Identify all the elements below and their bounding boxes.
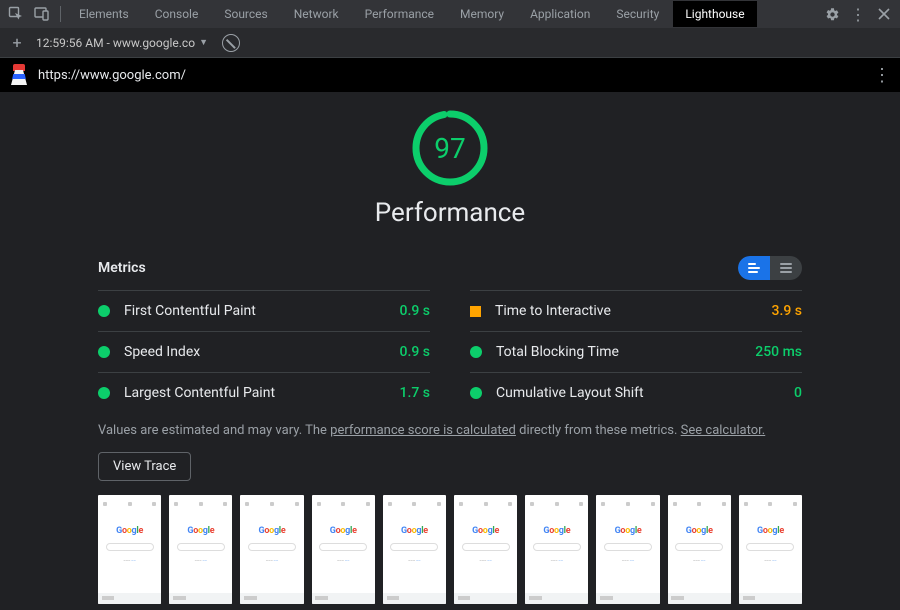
- panel-tab-network[interactable]: Network: [282, 1, 351, 27]
- clear-icon[interactable]: [222, 34, 240, 52]
- score-label: Performance: [90, 198, 810, 228]
- status-dot-icon: [98, 305, 110, 317]
- filmstrip-thumb[interactable]: Google——— ——: [98, 495, 161, 604]
- report-selector-label: 12:59:56 AM - www.google.co: [36, 36, 195, 50]
- view-trace-button[interactable]: View Trace: [98, 452, 191, 481]
- metric-row: Largest Contentful Paint1.7 s: [98, 372, 430, 413]
- status-dot-icon: [470, 387, 482, 399]
- new-report-button[interactable]: +: [6, 32, 28, 54]
- filmstrip-thumb[interactable]: Google——— ——: [525, 495, 588, 604]
- toggle-condensed[interactable]: [738, 256, 770, 280]
- panel-tab-lighthouse[interactable]: Lighthouse: [673, 1, 756, 27]
- filmstrip-thumb[interactable]: Google——— ——: [169, 495, 232, 604]
- filmstrip-thumb[interactable]: Google——— ——: [240, 495, 303, 604]
- metric-value: 3.9 s: [772, 303, 803, 319]
- metrics-view-toggle: [738, 256, 802, 280]
- report-scroll[interactable]: 97 Performance Metrics First Contentful …: [0, 92, 900, 610]
- panel-tab-elements[interactable]: Elements: [67, 1, 141, 27]
- devtools-tab-strip: ElementsConsoleSourcesNetworkPerformance…: [0, 0, 900, 28]
- status-dot-icon: [470, 346, 482, 358]
- filmstrip-thumb[interactable]: Google——— ——: [454, 495, 517, 604]
- metric-row: Speed Index0.9 s: [98, 331, 430, 372]
- report-selector[interactable]: 12:59:56 AM - www.google.co ▼: [36, 36, 208, 50]
- panel-tab-application[interactable]: Application: [518, 1, 602, 27]
- panel-tab-performance[interactable]: Performance: [353, 1, 446, 27]
- filmstrip-thumb[interactable]: Google——— ——: [668, 495, 731, 604]
- metric-name: Speed Index: [124, 344, 400, 360]
- filmstrip: Google——— ——Google——— ——Google——— ——Goog…: [90, 495, 810, 610]
- metric-row: Time to Interactive3.9 s: [470, 290, 802, 331]
- lighthouse-toolbar: + 12:59:56 AM - www.google.co ▼: [0, 28, 900, 58]
- toggle-expanded[interactable]: [770, 256, 802, 280]
- gear-icon[interactable]: [820, 2, 844, 26]
- link-see-calculator[interactable]: See calculator.: [681, 423, 766, 438]
- status-dot-icon: [98, 387, 110, 399]
- metric-name: First Contentful Paint: [124, 303, 400, 319]
- status-square-icon: [470, 306, 481, 317]
- report-menu-icon[interactable]: ⋮: [873, 65, 890, 86]
- kebab-icon[interactable]: ⋮: [846, 2, 870, 26]
- panel-tab-console[interactable]: Console: [143, 1, 211, 27]
- filmstrip-thumb[interactable]: Google——— ——: [312, 495, 375, 604]
- metric-value: 1.7 s: [400, 385, 431, 401]
- metric-value: 0.9 s: [400, 303, 431, 319]
- divider: [60, 6, 61, 22]
- filmstrip-thumb[interactable]: Google——— ——: [383, 495, 446, 604]
- metric-name: Time to Interactive: [495, 303, 772, 319]
- metric-name: Cumulative Layout Shift: [496, 385, 794, 401]
- metric-row: First Contentful Paint0.9 s: [98, 290, 430, 331]
- metric-row: Cumulative Layout Shift0: [470, 372, 802, 413]
- report-url-bar: https://www.google.com/ ⋮: [0, 58, 900, 92]
- metric-row: Total Blocking Time250 ms: [470, 331, 802, 372]
- link-score-calc[interactable]: performance score is calculated: [330, 423, 516, 438]
- device-toggle-icon[interactable]: [30, 2, 54, 26]
- metric-name: Total Blocking Time: [496, 344, 755, 360]
- status-dot-icon: [98, 346, 110, 358]
- panel-tab-sources[interactable]: Sources: [212, 1, 279, 27]
- metrics-grid: First Contentful Paint0.9 sTime to Inter…: [90, 290, 810, 413]
- metrics-disclaimer: Values are estimated and may vary. The p…: [90, 413, 810, 452]
- panel-tab-memory[interactable]: Memory: [448, 1, 516, 27]
- metric-value: 0: [794, 385, 802, 401]
- filmstrip-thumb[interactable]: Google——— ——: [596, 495, 659, 604]
- lighthouse-icon: [10, 64, 28, 86]
- score-gauge: 97 Performance: [90, 104, 810, 228]
- panel-tab-security[interactable]: Security: [604, 1, 671, 27]
- metrics-heading: Metrics: [98, 260, 738, 276]
- metric-value: 0.9 s: [400, 344, 431, 360]
- metric-name: Largest Contentful Paint: [124, 385, 400, 401]
- score-value: 97: [410, 108, 490, 188]
- filmstrip-thumb[interactable]: Google——— ——: [739, 495, 802, 604]
- report-url: https://www.google.com/: [38, 68, 863, 83]
- inspect-icon[interactable]: [4, 2, 28, 26]
- metric-value: 250 ms: [755, 344, 802, 360]
- close-icon[interactable]: [872, 2, 896, 26]
- chevron-down-icon: ▼: [199, 37, 208, 48]
